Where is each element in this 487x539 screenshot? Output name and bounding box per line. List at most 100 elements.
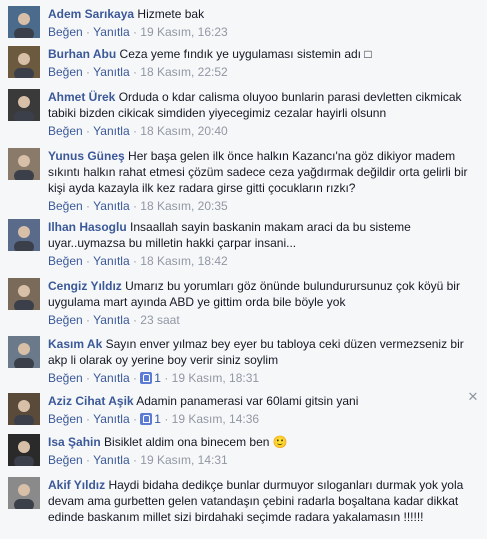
reply-link[interactable]: Yanıtla [93, 371, 129, 385]
avatar[interactable] [8, 434, 40, 466]
comment-actions: Beğen · Yanıtla · 18 Kasım, 20:35 [48, 198, 479, 214]
comment-body: Burhan Abu Ceza yeme fındık ye uygulamas… [48, 46, 479, 80]
separator: · [129, 25, 141, 39]
commenter-name[interactable]: Cengiz Yıldız [48, 279, 122, 293]
comment-content: Yunus Güneş Her başa gelen ilk önce halk… [48, 148, 479, 196]
separator: · [82, 25, 94, 39]
comment-actions: Beğen · Yanıtla · 19 Kasım, 14:31 [48, 452, 479, 468]
like-link[interactable]: Beğen [48, 25, 83, 39]
comment-timestamp[interactable]: 18 Kasım, 20:35 [140, 199, 227, 213]
commenter-name[interactable]: Isa Şahin [48, 435, 101, 449]
comment-content: Burhan Abu Ceza yeme fındık ye uygulamas… [48, 46, 479, 62]
like-link[interactable]: Beğen [48, 453, 83, 467]
separator: · [82, 412, 94, 426]
comment-timestamp[interactable]: 18 Kasım, 18:42 [140, 254, 227, 268]
comment-content: Adem Sarıkaya Hizmete bak [48, 6, 479, 22]
comment-actions: Beğen · Yanıtla · 18 Kasım, 20:40 [48, 123, 479, 139]
separator: · [129, 254, 141, 268]
separator: · [129, 65, 141, 79]
like-link[interactable]: Beğen [48, 371, 83, 385]
separator: · [82, 254, 94, 268]
avatar[interactable] [8, 278, 40, 310]
separator: · [129, 124, 141, 138]
comment-content: Cengiz Yıldız Umarız bu yorumları göz ön… [48, 278, 479, 310]
avatar[interactable] [8, 46, 40, 78]
like-link[interactable]: Beğen [48, 199, 83, 213]
like-link[interactable]: Beğen [48, 124, 83, 138]
reply-link[interactable]: Yanıtla [93, 313, 129, 327]
commenter-name[interactable]: Yunus Güneş [48, 149, 125, 163]
commenter-name[interactable]: Akif Yıldız [48, 478, 105, 492]
comment-timestamp[interactable]: 19 Kasım, 18:31 [172, 371, 259, 385]
comment-timestamp[interactable]: 19 Kasım, 16:23 [140, 25, 227, 39]
avatar[interactable] [8, 89, 40, 121]
comment-content: Aziz Cihat Aşik Adamin panamerasi var 60… [48, 393, 479, 409]
like-count[interactable]: 1 [154, 371, 161, 385]
like-link[interactable]: Beğen [48, 65, 83, 79]
comment-actions: Beğen · Yanıtla · 18 Kasım, 18:42 [48, 253, 479, 269]
separator: · [129, 313, 141, 327]
comment-text: Ceza yeme fındık ye uygulaması sistemin … [116, 47, 372, 61]
comment-timestamp[interactable]: 18 Kasım, 22:52 [140, 65, 227, 79]
commenter-name[interactable]: Ilhan Hasoglu [48, 220, 127, 234]
separator: · [129, 453, 141, 467]
comment-body: Ahmet Ürek Orduda o kdar calisma oluyoo … [48, 89, 479, 139]
comment-text: Adamin panamerasi var 60lami gitsin yani [133, 394, 359, 408]
avatar[interactable] [8, 477, 40, 509]
comment-body: Adem Sarıkaya Hizmete bak Beğen · Yanıtla… [48, 6, 479, 40]
reply-link[interactable]: Yanıtla [93, 65, 129, 79]
comment-content: Akif Yıldız Haydi bidaha dedikçe bunlar … [48, 477, 479, 525]
commenter-name[interactable]: Aziz Cihat Aşik [48, 394, 134, 408]
comment-content: Ahmet Ürek Orduda o kdar calisma oluyoo … [48, 89, 479, 121]
comment-text: Sayın enver yılmaz bey eyer bu tabloya c… [48, 337, 464, 367]
like-count[interactable]: 1 [154, 412, 161, 426]
commenter-name[interactable]: Kasım Ak [48, 337, 102, 351]
commenter-name[interactable]: Adem Sarıkaya [48, 7, 134, 21]
close-icon[interactable]: ✕ [467, 390, 479, 403]
like-link[interactable]: Beğen [48, 254, 83, 268]
comment-body: Yunus Güneş Her başa gelen ilk önce halk… [48, 148, 479, 214]
comment-text: Bisiklet aldim ona binecem ben 🙂 [100, 435, 288, 449]
separator: · [82, 199, 94, 213]
like-link[interactable]: Beğen [48, 313, 83, 327]
comment-content: Kasım Ak Sayın enver yılmaz bey eyer bu … [48, 336, 479, 368]
separator: · [129, 199, 141, 213]
reply-link[interactable]: Yanıtla [93, 199, 129, 213]
avatar[interactable] [8, 148, 40, 180]
comment-actions: Beğen · Yanıtla · 1 · 19 Kasım, 14:36 [48, 411, 479, 427]
separator: · [82, 453, 94, 467]
separator: · [82, 124, 94, 138]
comment-timestamp[interactable]: 19 Kasım, 14:31 [140, 453, 227, 467]
reply-link[interactable]: Yanıtla [93, 412, 129, 426]
comment-text: Haydi bidaha dedikçe bunlar durmuyor sıl… [48, 478, 464, 524]
reply-link[interactable]: Yanıtla [93, 25, 129, 39]
comment-actions: Beğen · Yanıtla · 1 · 19 Kasım, 18:31 [48, 370, 479, 386]
avatar[interactable] [8, 219, 40, 251]
avatar[interactable] [8, 336, 40, 368]
avatar[interactable] [8, 6, 40, 38]
comment-actions: Beğen · Yanıtla · 23 saat [48, 312, 479, 328]
commenter-name[interactable]: Burhan Abu [48, 47, 116, 61]
reply-link[interactable]: Yanıtla [93, 124, 129, 138]
separator: · [160, 412, 172, 426]
like-link[interactable]: Beğen [48, 412, 83, 426]
comment-content: Isa Şahin Bisiklet aldim ona binecem ben… [48, 434, 479, 450]
comment-body: Ilhan Hasoglu Insaallah sayin baskanin m… [48, 219, 479, 269]
reply-link[interactable]: Yanıtla [93, 254, 129, 268]
comment-actions: Beğen · Yanıtla · 19 Kasım, 16:23 [48, 24, 479, 40]
thumbs-up-icon[interactable] [140, 372, 153, 384]
comment-timestamp[interactable]: 23 saat [140, 313, 179, 327]
comment-body: Kasım Ak Sayın enver yılmaz bey eyer bu … [48, 336, 479, 386]
comment-body: Aziz Cihat Aşik Adamin panamerasi var 60… [48, 393, 479, 427]
comment-timestamp[interactable]: 19 Kasım, 14:36 [172, 412, 259, 426]
comment-body: Isa Şahin Bisiklet aldim ona binecem ben… [48, 434, 479, 468]
comment-text: Hizmete bak [134, 7, 205, 21]
thumbs-up-icon[interactable] [140, 413, 153, 425]
reply-link[interactable]: Yanıtla [93, 453, 129, 467]
avatar[interactable] [8, 393, 40, 425]
comment-timestamp[interactable]: 18 Kasım, 20:40 [140, 124, 227, 138]
comment-body: Cengiz Yıldız Umarız bu yorumları göz ön… [48, 278, 479, 328]
separator: · [160, 371, 172, 385]
commenter-name[interactable]: Ahmet Ürek [48, 90, 115, 104]
comment-actions: Beğen · Yanıtla · 18 Kasım, 22:52 [48, 64, 479, 80]
